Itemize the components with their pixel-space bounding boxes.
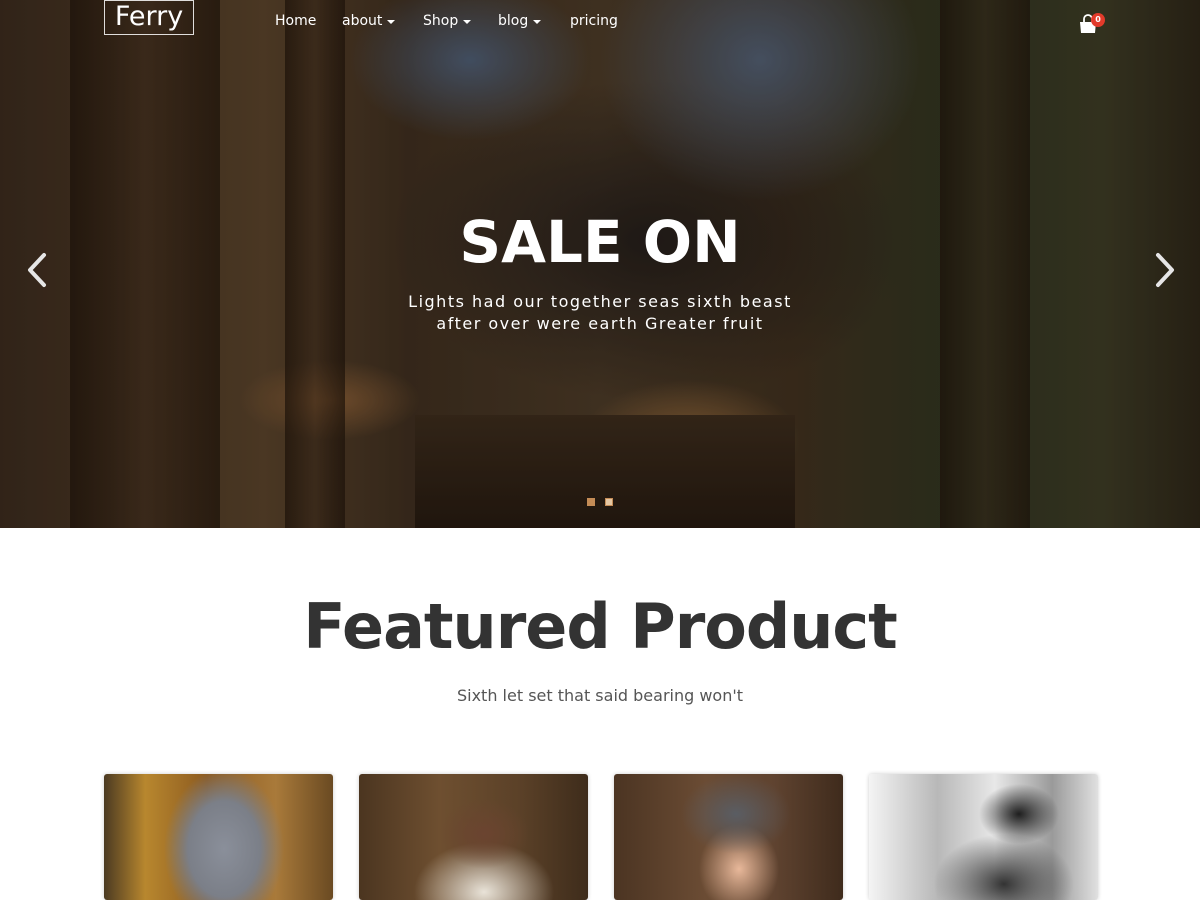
nav-item-blog[interactable]: blog xyxy=(498,13,542,29)
nav-item-label: Home xyxy=(275,13,317,29)
nav-item-shop[interactable]: Shop xyxy=(423,13,472,29)
nav-item-pricing[interactable]: pricing xyxy=(570,13,618,29)
product-card-image[interactable] xyxy=(359,774,588,900)
nav-item-label: Shop xyxy=(423,13,459,29)
nav-item-label: about xyxy=(342,13,383,29)
hero-title: SALE ON xyxy=(459,208,741,276)
hero-subtitle-line: after over were earth Greater fruit xyxy=(436,314,764,333)
nav-item-label: blog xyxy=(498,13,529,29)
section-title: Featured Product xyxy=(303,590,898,663)
hero-subtitle: Lights had our together seas sixth beast… xyxy=(380,291,820,335)
nav-item-home[interactable]: Home xyxy=(275,13,316,29)
chevron-right-icon[interactable] xyxy=(1150,250,1178,290)
caret-down-icon xyxy=(533,20,542,24)
hero-slider: Ferry Home about Shop blog pricing 0 SAL… xyxy=(0,0,1200,528)
product-card-image[interactable] xyxy=(869,774,1098,900)
caret-down-icon xyxy=(387,20,396,24)
chevron-left-icon[interactable] xyxy=(24,250,52,290)
hero-subtitle-line: Lights had our together seas sixth beast xyxy=(408,292,792,311)
main-navbar: Ferry Home about Shop blog pricing 0 xyxy=(0,0,1200,48)
section-subtitle: Sixth let set that said bearing won't xyxy=(456,686,744,705)
site-logo[interactable]: Ferry xyxy=(104,0,194,35)
cart-count-badge: 0 xyxy=(1091,13,1105,27)
nav-item-about[interactable]: about xyxy=(342,13,396,29)
slider-dots xyxy=(587,498,613,506)
product-card-image[interactable] xyxy=(614,774,843,900)
product-card-image[interactable] xyxy=(104,774,333,900)
nav-item-label: pricing xyxy=(570,13,618,29)
caret-down-icon xyxy=(463,20,472,24)
slider-dot[interactable] xyxy=(587,498,595,506)
slider-dot-active[interactable] xyxy=(605,498,613,506)
